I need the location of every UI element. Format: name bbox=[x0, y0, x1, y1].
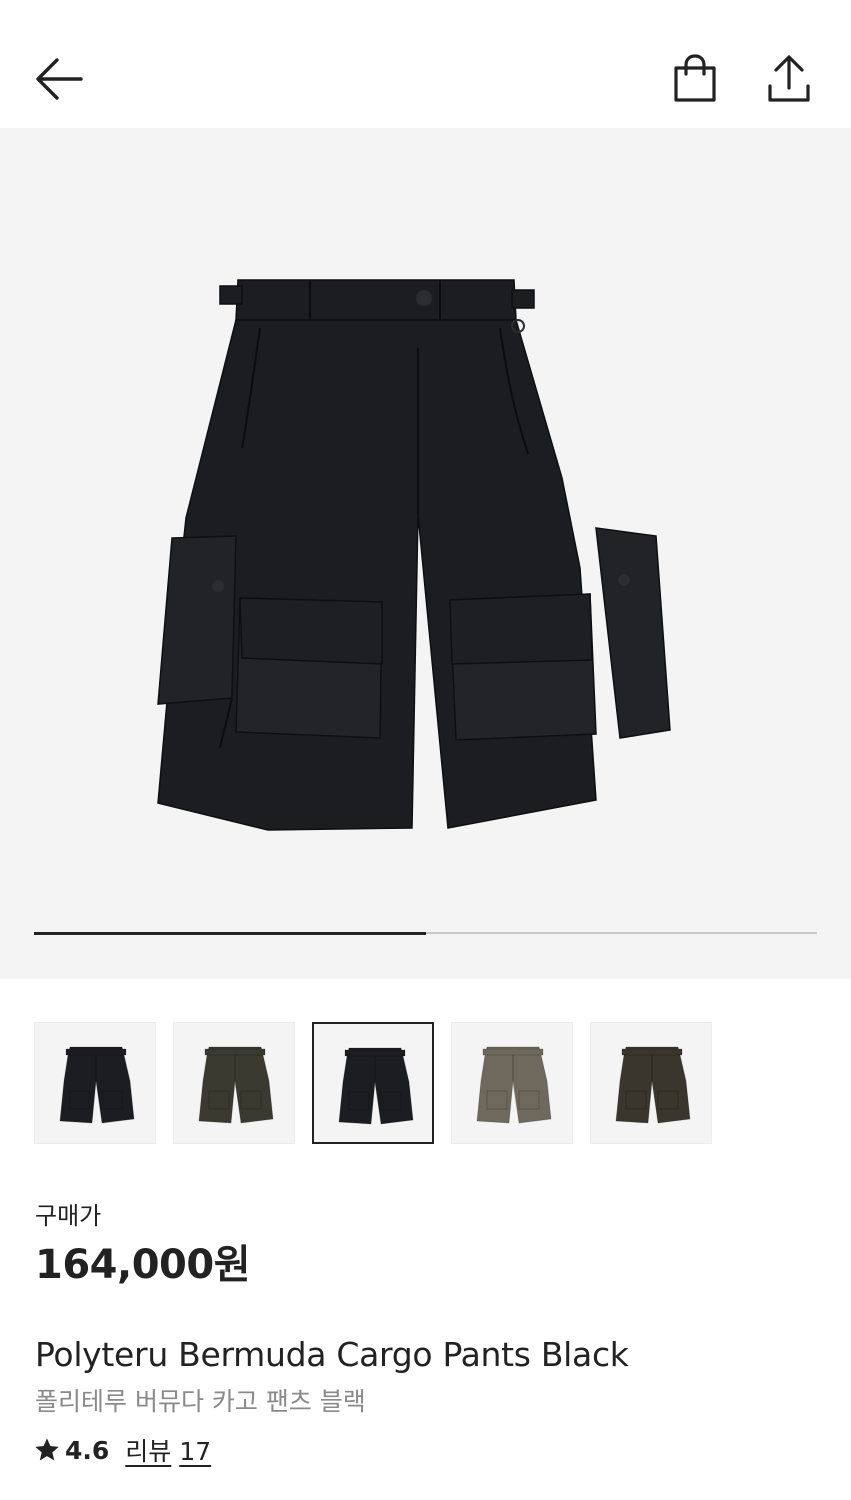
product-image bbox=[157, 279, 671, 831]
thumbnail-product-image bbox=[476, 1046, 552, 1124]
review-count: 17 bbox=[179, 1437, 212, 1466]
color-thumbnail[interactable] bbox=[451, 1022, 573, 1144]
carousel-progress-fill bbox=[34, 931, 426, 935]
review-label: 리뷰 bbox=[125, 1437, 172, 1466]
star-icon bbox=[35, 1438, 59, 1461]
color-thumbnail[interactable] bbox=[173, 1022, 295, 1144]
rating-value: 4.6 bbox=[65, 1435, 110, 1465]
top-bar bbox=[0, 0, 851, 128]
carousel-progress-track bbox=[34, 931, 817, 935]
shopping-bag-icon[interactable] bbox=[672, 54, 718, 104]
color-thumbnail[interactable] bbox=[312, 1022, 434, 1144]
thumbnail-product-image bbox=[59, 1046, 135, 1124]
thumbnail-product-image bbox=[198, 1046, 274, 1124]
price-value: 164,000원 bbox=[35, 1242, 251, 1288]
thumbnail-product-image bbox=[615, 1046, 691, 1124]
product-image-carousel[interactable] bbox=[0, 128, 851, 979]
product-name-korean: 폴리테루 버뮤다 카고 팬츠 블랙 bbox=[35, 1387, 366, 1416]
color-thumbnail-list bbox=[34, 1022, 817, 1144]
share-upload-icon[interactable] bbox=[766, 54, 812, 104]
rating-row: 4.6 리뷰 17 bbox=[33, 1432, 211, 1468]
product-name-english: Polyteru Bermuda Cargo Pants Black bbox=[35, 1335, 629, 1374]
arrow-left-icon[interactable] bbox=[34, 56, 84, 102]
color-thumbnail[interactable] bbox=[590, 1022, 712, 1144]
review-link[interactable]: 리뷰 17 bbox=[125, 1432, 211, 1468]
color-thumbnail[interactable] bbox=[34, 1022, 156, 1144]
thumbnail-product-image bbox=[338, 1047, 414, 1125]
price-label: 구매가 bbox=[35, 1202, 102, 1230]
